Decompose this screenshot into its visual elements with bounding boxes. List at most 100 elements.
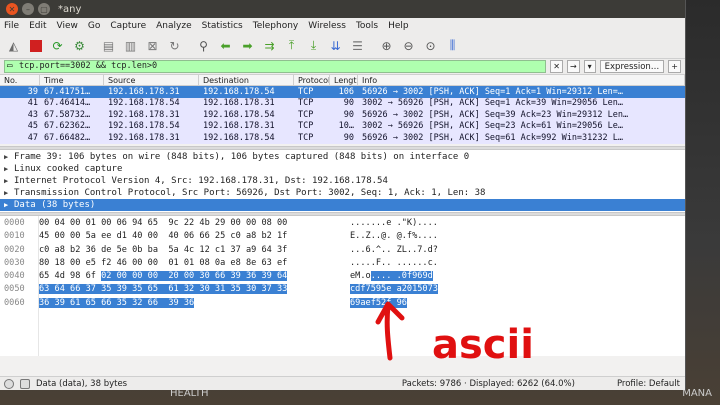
- go-forward-icon[interactable]: ➡: [238, 36, 257, 55]
- menu-item-statistics[interactable]: Statistics: [202, 21, 243, 31]
- packet-cell-info: 56926 → 3002 [PSH, ACK] Seq=61 Ack=992 W…: [362, 132, 623, 143]
- bytes-hex[interactable]: 65 4d 98 6f 02 00 00 00 20 00 30 66 39 3…: [36, 271, 350, 284]
- expand-arrow-icon[interactable]: ▶: [4, 189, 14, 197]
- menu-item-file[interactable]: File: [4, 21, 19, 31]
- close-icon[interactable]: ✕: [6, 3, 18, 15]
- detail-tree-item[interactable]: ▶ Transmission Control Protocol, Src Port…: [0, 187, 685, 199]
- menu-bar: File Edit View Go Capture Analyze Statistics Te…: [0, 18, 685, 33]
- open-file-icon[interactable]: ▤: [99, 36, 118, 55]
- column-protocol[interactable]: Protocol: [294, 75, 330, 85]
- bytes-hex[interactable]: 63 64 66 37 35 39 35 65 61 32 30 31 35 3…: [36, 284, 350, 297]
- bytes-ascii[interactable]: .....F.. ......c.: [350, 258, 438, 271]
- save-file-icon[interactable]: ▥: [121, 36, 140, 55]
- bytes-ascii[interactable]: cdf7595e a2015073: [350, 284, 438, 297]
- packet-cell-src: 192.168.178.31: [108, 109, 180, 120]
- column-length[interactable]: Length: [330, 75, 358, 85]
- capture-comment-icon[interactable]: [20, 378, 30, 389]
- column-info[interactable]: Info: [358, 75, 685, 85]
- toolbar-separator: [187, 36, 191, 55]
- packet-cell-dst: 192.168.178.54: [203, 109, 275, 120]
- packet-row[interactable]: 47 67.66482… 192.168.178.31 192.168.178.54 T…: [0, 132, 685, 144]
- last-packet-icon[interactable]: ⤓: [304, 36, 323, 55]
- expand-arrow-icon[interactable]: ▶: [4, 201, 14, 209]
- bytes-hex[interactable]: 00 04 00 01 00 06 94 65 9c 22 4b 29 00 0…: [36, 218, 350, 231]
- reload-file-icon[interactable]: ↻: [165, 36, 184, 55]
- expert-info-icon[interactable]: [4, 378, 14, 389]
- bytes-hex[interactable]: 45 00 00 5a ee d1 40 00 40 06 66 25 c0 a…: [36, 231, 350, 244]
- detail-tree-item[interactable]: ▶ Linux cooked capture: [0, 163, 685, 175]
- packet-list: 39 67.41751… 192.168.178.31 192.168.178.54 T…: [0, 86, 685, 146]
- bookmark-icon[interactable]: ▭: [7, 61, 12, 72]
- detail-tree-item[interactable]: ▶ Internet Protocol Version 4, Src: 192.1…: [0, 175, 685, 187]
- bytes-ascii[interactable]: E..Z..@. @.f%....: [350, 231, 438, 244]
- bytes-row: 0060 36 39 61 65 66 35 32 66 39 36 69aef52…: [0, 297, 685, 311]
- resize-columns-icon[interactable]: ⫼: [443, 36, 462, 55]
- bytes-ascii[interactable]: eM.o.... .0f969d: [350, 271, 433, 284]
- expand-arrow-icon[interactable]: ▶: [4, 177, 14, 185]
- bytes-ascii[interactable]: ...6.^.. ZL..7.d?: [350, 245, 438, 258]
- expand-arrow-icon[interactable]: ▶: [4, 165, 14, 173]
- packet-cell-dst: 192.168.178.31: [203, 121, 275, 132]
- bytes-ascii-plain: ...6.^.. ZL..7.d?: [350, 244, 438, 255]
- column-time[interactable]: Time: [40, 75, 104, 85]
- capture-options-icon[interactable]: ⚙: [70, 36, 89, 55]
- toolbar-separator: [92, 36, 96, 55]
- colorize-icon[interactable]: ☰: [348, 36, 367, 55]
- column-destination[interactable]: Destination: [199, 75, 294, 85]
- find-packet-icon[interactable]: ⚲: [194, 36, 213, 55]
- first-packet-icon[interactable]: ⤒: [282, 36, 301, 55]
- autoscroll-icon[interactable]: ⇊: [326, 36, 345, 55]
- expression-button[interactable]: Expression…: [599, 60, 665, 73]
- bytes-ascii-plain: .....F.. ......c.: [350, 257, 438, 268]
- go-to-packet-icon[interactable]: ⇉: [260, 36, 279, 55]
- bytes-offset: 0050: [4, 284, 25, 295]
- bytes-hex[interactable]: 36 39 61 65 66 35 32 66 39 36: [36, 297, 350, 311]
- menu-item-go[interactable]: Go: [88, 21, 100, 31]
- packet-row[interactable]: 45 67.62362… 192.168.178.54 192.168.178.31 T…: [0, 120, 685, 132]
- window-title: *any: [58, 3, 82, 15]
- packet-cell-no: 39: [27, 86, 38, 97]
- apply-filter-icon[interactable]: →: [566, 60, 580, 73]
- status-profile[interactable]: Profile: Default: [617, 379, 685, 389]
- bytes-ascii[interactable]: .......e ."K)....: [350, 218, 438, 231]
- menu-item-wireless[interactable]: Wireless: [308, 21, 346, 31]
- close-file-icon[interactable]: ⊠: [143, 36, 162, 55]
- bytes-row: 0010 45 00 00 5a ee d1 40 00 40 06 66 25 …: [0, 231, 685, 244]
- packet-cell-time: 67.62362…: [44, 121, 91, 132]
- display-filter-input[interactable]: ▭ tcp.port==3002 && tcp.len>0: [4, 60, 547, 73]
- zoom-in-icon[interactable]: ⊕: [377, 36, 396, 55]
- go-back-icon[interactable]: ⬅: [216, 36, 235, 55]
- bytes-hex[interactable]: 80 18 00 e5 f2 46 00 00 01 01 08 0a e8 8…: [36, 258, 350, 271]
- zoom-normal-icon[interactable]: ⊙: [421, 36, 440, 55]
- maximize-icon[interactable]: ▢: [38, 3, 50, 15]
- column-source[interactable]: Source: [104, 75, 199, 85]
- menu-item-capture[interactable]: Capture: [110, 21, 146, 31]
- bytes-row: 0020 c0 a8 b2 36 de 5e 0b ba 5a 4c 12 c1 …: [0, 245, 685, 258]
- zoom-out-icon[interactable]: ⊖: [399, 36, 418, 55]
- menu-item-telephony[interactable]: Telephony: [253, 21, 299, 31]
- menu-item-analyze[interactable]: Analyze: [156, 21, 191, 31]
- add-filter-button[interactable]: +: [668, 60, 681, 73]
- packet-row[interactable]: 39 67.41751… 192.168.178.31 192.168.178.54 T…: [0, 86, 685, 98]
- detail-tree-item[interactable]: ▶ Data (38 bytes): [0, 199, 685, 211]
- stop-capture-icon[interactable]: [26, 36, 45, 55]
- menu-item-tools[interactable]: Tools: [356, 21, 378, 31]
- expand-arrow-icon[interactable]: ▶: [4, 153, 14, 161]
- bytes-hex-plain: c0 a8 b2 36 de 5e 0b ba 5a 4c 12 c1 37 a…: [39, 244, 288, 255]
- packet-row[interactable]: 43 67.58732… 192.168.178.31 192.168.178.54 T…: [0, 109, 685, 121]
- restart-capture-icon[interactable]: ⟳: [48, 36, 67, 55]
- menu-item-view[interactable]: View: [57, 21, 78, 31]
- clear-filter-icon[interactable]: ✕: [550, 60, 563, 73]
- menu-item-edit[interactable]: Edit: [29, 21, 46, 31]
- minimize-icon[interactable]: –: [22, 3, 34, 15]
- menu-item-help[interactable]: Help: [388, 21, 409, 31]
- bytes-hex[interactable]: c0 a8 b2 36 de 5e 0b ba 5a 4c 12 c1 37 a…: [36, 245, 350, 258]
- packet-row[interactable]: 41 67.46414… 192.168.178.54 192.168.178.31 T…: [0, 97, 685, 109]
- detail-tree-label: Data (38 bytes): [14, 200, 96, 210]
- bytes-hex-plain: 80 18 00 e5 f2 46 00 00 01 01 08 0a e8 8…: [39, 257, 288, 268]
- shark-fin-start-icon[interactable]: ◭: [4, 36, 23, 55]
- column-no[interactable]: No.: [0, 75, 40, 85]
- wireshark-window: ✕ – ▢ *any File Edit View Go Capture Analyze S…: [0, 0, 686, 390]
- detail-tree-item[interactable]: ▶ Frame 39: 106 bytes on wire (848 bits),…: [0, 151, 685, 163]
- filter-history-icon[interactable]: ▾: [583, 60, 596, 73]
